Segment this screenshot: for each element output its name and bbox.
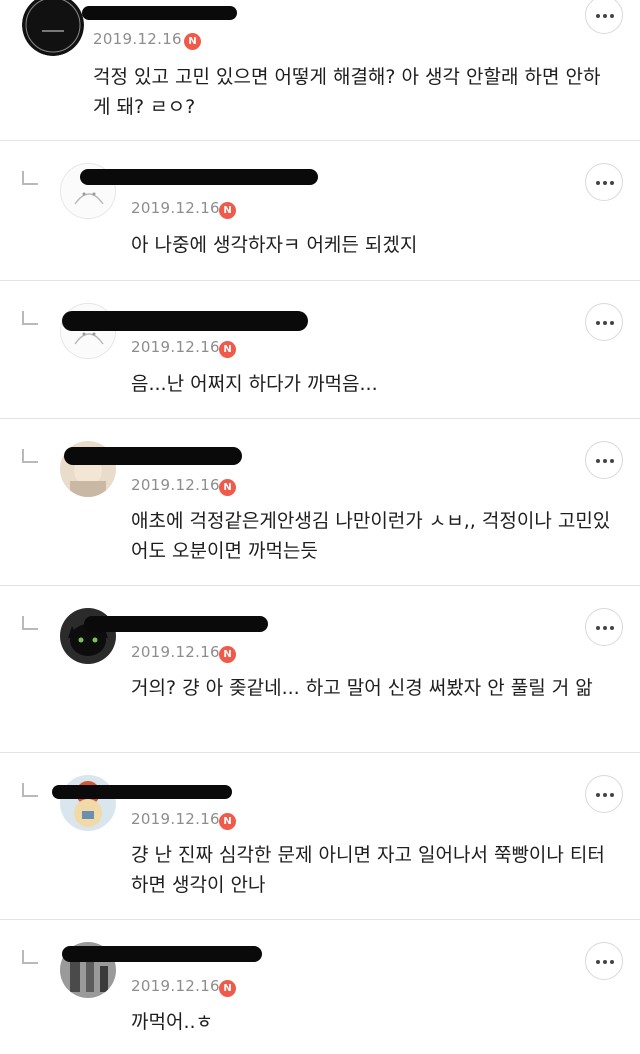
comment-date: 2019.12.16 — [131, 643, 220, 661]
new-badge: N — [219, 646, 236, 663]
redacted-username — [64, 447, 242, 465]
reply-indicator-icon — [22, 950, 38, 964]
more-options-button[interactable] — [585, 0, 623, 34]
comment-date: 2019.12.16 — [131, 338, 220, 356]
new-badge: N — [219, 202, 236, 219]
reply-indicator-icon — [22, 616, 38, 630]
reply-item: 2019.12.16 N 애초에 걱정같은게안생김 나만이런가 ㅅㅂ,, 걱정이… — [0, 419, 640, 585]
new-badge: N — [219, 341, 236, 358]
comment-text: 거의? 걍 아 좆같네... 하고 말어 신경 써봤자 안 풀릴 거 앎 — [131, 677, 593, 699]
new-badge: N — [219, 479, 236, 496]
comment-text: 걍 난 진짜 심각한 문제 아니면 자고 일어나서 쭉빵이나 티터 하면 생각이… — [131, 844, 605, 896]
redacted-username — [80, 169, 318, 185]
comment-text: 까먹어..ㅎ — [131, 1011, 213, 1033]
comment-text: 걱정 있고 고민 있으면 어떻게 해결해? 아 생각 안할래 하면 안하게 돼?… — [93, 66, 601, 118]
reply-indicator-icon — [22, 171, 38, 185]
redacted-username — [62, 946, 262, 962]
reply-item: 2019.12.16 N 까먹어..ㅎ — [0, 920, 640, 1054]
redacted-username — [52, 785, 232, 799]
more-options-button[interactable] — [585, 775, 623, 813]
comment-date: 2019.12.16 — [131, 476, 220, 494]
comment-date: 2019.12.16 — [131, 199, 220, 217]
comment-item: 2019.12.16 N 걱정 있고 고민 있으면 어떻게 해결해? 아 생각 … — [0, 0, 640, 140]
reply-item: 2019.12.16 N 걍 난 진짜 심각한 문제 아니면 자고 일어나서 쭉… — [0, 753, 640, 919]
new-badge: N — [184, 33, 201, 50]
redacted-username — [62, 311, 308, 331]
comment-text: 애초에 걱정같은게안생김 나만이런가 ㅅㅂ,, 걱정이나 고민있어도 오분이면 … — [131, 510, 611, 562]
comment-text: 아 나중에 생각하자ㅋ 어케든 되겠지 — [131, 234, 418, 256]
avatar[interactable] — [22, 0, 84, 56]
more-options-button[interactable] — [585, 942, 623, 980]
reply-indicator-icon — [22, 783, 38, 797]
more-options-button[interactable] — [585, 608, 623, 646]
comment-text: 음...난 어쩌지 하다가 까먹음... — [131, 373, 378, 395]
reply-indicator-icon — [22, 311, 38, 325]
new-badge: N — [219, 980, 236, 997]
reply-item: 2019.12.16 N 음...난 어쩌지 하다가 까먹음... — [0, 281, 640, 418]
reply-item: 2019.12.16 N 아 나중에 생각하자ㅋ 어케든 되겠지 — [0, 141, 640, 280]
more-options-button[interactable] — [585, 163, 623, 201]
new-badge: N — [219, 813, 236, 830]
reply-item: 2019.12.16 N 거의? 걍 아 좆같네... 하고 말어 신경 써봤자… — [0, 586, 640, 752]
comment-date: 2019.12.16 — [93, 30, 182, 48]
redacted-username — [82, 6, 237, 20]
reply-indicator-icon — [22, 449, 38, 463]
comment-date: 2019.12.16 — [131, 977, 220, 995]
more-options-button[interactable] — [585, 303, 623, 341]
comment-date: 2019.12.16 — [131, 810, 220, 828]
avatar[interactable] — [60, 775, 116, 831]
redacted-username — [84, 616, 268, 632]
more-options-button[interactable] — [585, 441, 623, 479]
